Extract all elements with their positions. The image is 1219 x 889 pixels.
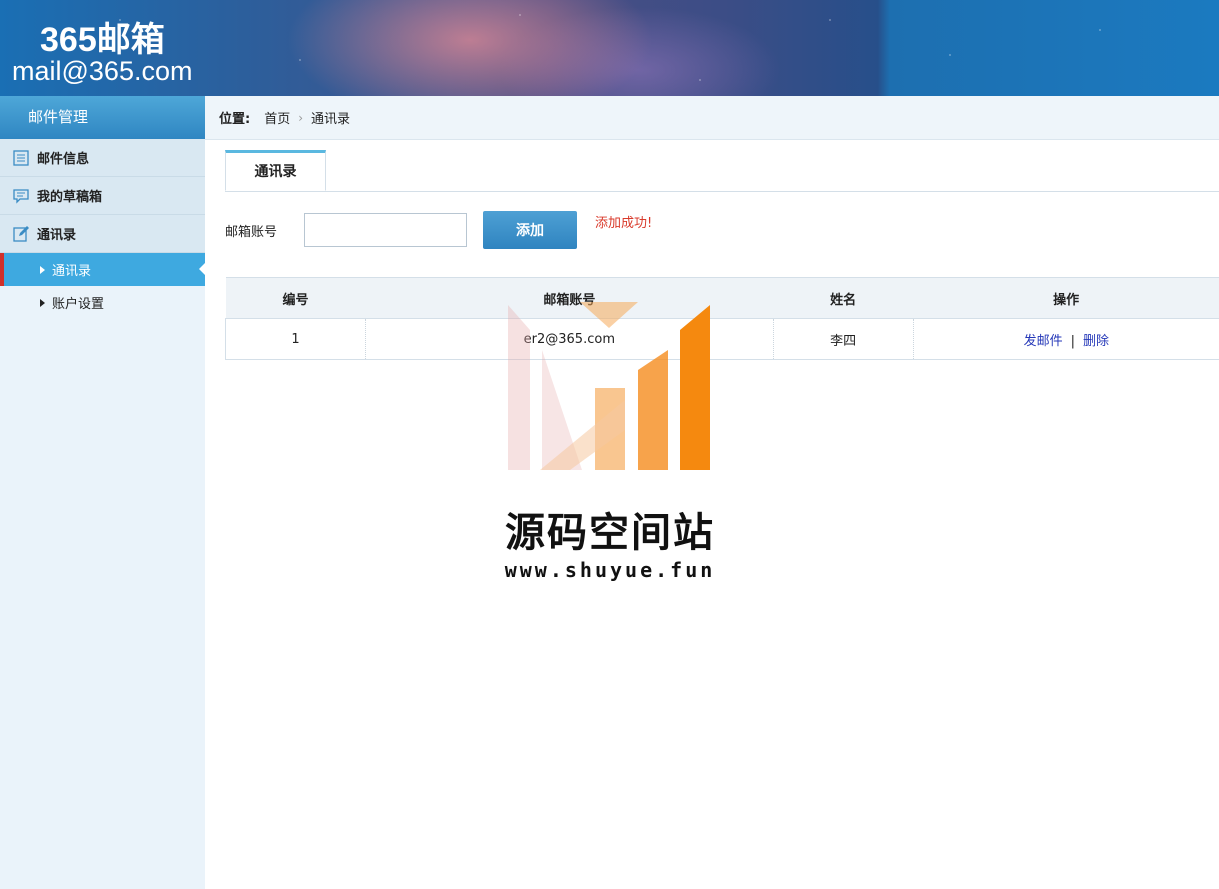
success-message: 添加成功! bbox=[595, 216, 653, 231]
add-contact-form: 邮箱账号 添加 bbox=[225, 211, 577, 249]
sidebar-subitem-account-settings[interactable]: 账户设置 bbox=[0, 286, 205, 319]
edit-icon bbox=[13, 225, 29, 242]
sidebar-subitem-label: 通讯录 bbox=[52, 264, 92, 279]
action-separator: | bbox=[1070, 333, 1076, 349]
chevron-right-icon: › bbox=[298, 110, 304, 125]
add-button[interactable]: 添加 bbox=[483, 211, 577, 249]
column-header-email: 邮箱账号 bbox=[365, 277, 774, 319]
app-logo-title: 365邮箱 bbox=[40, 21, 165, 59]
table-header-row: 编号 邮箱账号 姓名 操作 bbox=[225, 277, 1219, 319]
list-icon bbox=[13, 149, 29, 166]
sidebar-item-drafts[interactable]: 我的草稿箱 bbox=[0, 177, 205, 215]
sidebar: 邮件管理 邮件信息 我的草稿箱 通讯录 通讯录 账户设置 bbox=[0, 96, 205, 889]
cell-actions: 发邮件 | 删除 bbox=[913, 318, 1219, 360]
sidebar-header: 邮件管理 bbox=[0, 96, 205, 139]
cell-id: 1 bbox=[225, 318, 366, 360]
watermark-title: 源码空间站 bbox=[505, 510, 715, 556]
table-row: 1 er2@365.com 李四 发邮件 | 删除 bbox=[225, 318, 1219, 360]
delete-link[interactable]: 删除 bbox=[1083, 334, 1109, 349]
breadcrumb-label: 位置: bbox=[219, 112, 251, 127]
cell-email: er2@365.com bbox=[365, 318, 774, 360]
sidebar-item-label: 通讯录 bbox=[37, 228, 77, 243]
breadcrumb: 位置: 首页 › 通讯录 bbox=[205, 96, 1219, 140]
header-banner: 365邮箱 mail@365.com bbox=[0, 0, 1219, 96]
tab-contacts[interactable]: 通讯录 bbox=[225, 150, 326, 191]
sidebar-subitem-label: 账户设置 bbox=[52, 297, 105, 312]
sidebar-item-mail-info[interactable]: 邮件信息 bbox=[0, 139, 205, 177]
sidebar-item-label: 我的草稿箱 bbox=[37, 190, 103, 205]
sidebar-item-label: 邮件信息 bbox=[37, 152, 90, 167]
column-header-name: 姓名 bbox=[773, 277, 914, 319]
caret-right-icon bbox=[40, 298, 45, 307]
column-header-id: 编号 bbox=[225, 277, 366, 319]
chat-icon bbox=[13, 188, 29, 204]
sidebar-item-contacts[interactable]: 通讯录 bbox=[0, 215, 205, 253]
cell-name: 李四 bbox=[773, 318, 914, 360]
tab-bar: 通讯录 bbox=[225, 150, 1219, 192]
column-header-actions: 操作 bbox=[913, 277, 1219, 319]
send-mail-link[interactable]: 发邮件 bbox=[1024, 334, 1063, 349]
app-logo-email: mail@365.com bbox=[12, 56, 193, 86]
email-account-label: 邮箱账号 bbox=[225, 224, 278, 240]
contacts-table: 编号 邮箱账号 姓名 操作 1 er2@365.com 李四 发邮件 | 删除 bbox=[225, 277, 1219, 360]
breadcrumb-home-link[interactable]: 首页 bbox=[264, 108, 290, 127]
watermark-url: www.shuyue.fun bbox=[504, 558, 716, 582]
breadcrumb-current-link[interactable]: 通讯录 bbox=[311, 108, 350, 127]
email-account-input[interactable] bbox=[304, 213, 467, 247]
sidebar-subitem-contacts[interactable]: 通讯录 bbox=[0, 253, 205, 286]
caret-right-icon bbox=[40, 265, 45, 274]
